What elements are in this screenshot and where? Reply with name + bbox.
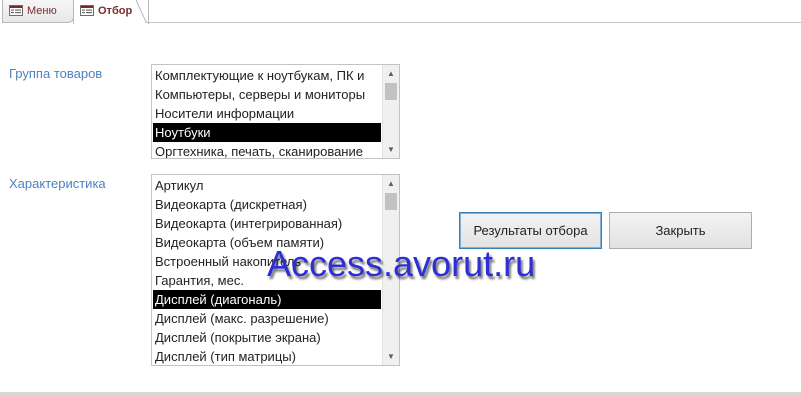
tab-otbor-label: Отбор (98, 5, 133, 17)
scroll-up-icon[interactable]: ▲ (383, 175, 399, 192)
tab-menu-label: Меню (27, 5, 57, 17)
group-scrollbar[interactable]: ▲ ▼ (382, 65, 399, 158)
list-item[interactable]: Оргтехника, печать, сканирование (153, 142, 381, 158)
tab-edge (136, 0, 150, 24)
group-label: Группа товаров (9, 66, 103, 81)
group-listbox[interactable]: Комплектующие к ноутбукам, ПК и Компьюте… (151, 64, 400, 159)
list-item-selected[interactable]: Ноутбуки (153, 123, 381, 142)
list-item[interactable]: Носители информации (153, 104, 381, 123)
scroll-down-icon[interactable]: ▼ (383, 348, 399, 365)
group-list-items: Комплектующие к ноутбукам, ПК и Компьюте… (153, 66, 381, 158)
list-item[interactable]: Дисплей (покрытие экрана) (153, 328, 381, 347)
watermark: Access.avorut.ru (267, 243, 536, 284)
form-icon (9, 5, 23, 16)
list-item[interactable]: Видеокарта (дискретная) (153, 195, 381, 214)
form-icon (80, 5, 94, 16)
list-item[interactable]: Компьютеры, серверы и мониторы (153, 85, 381, 104)
scroll-thumb[interactable] (385, 83, 397, 100)
list-item[interactable]: Артикул (153, 176, 381, 195)
close-button[interactable]: Закрыть (609, 212, 752, 249)
document-tab-bar: Меню Отбор (0, 0, 801, 24)
scroll-thumb[interactable] (385, 193, 397, 210)
scroll-down-icon[interactable]: ▼ (383, 141, 399, 158)
characteristic-label: Характеристика (9, 176, 106, 191)
list-item[interactable]: Видеокарта (интегрированная) (153, 214, 381, 233)
tab-menu[interactable]: Меню (2, 0, 74, 23)
scroll-up-icon[interactable]: ▲ (383, 65, 399, 82)
list-item[interactable]: Комплектующие к ноутбукам, ПК и (153, 66, 381, 85)
tab-divider (145, 22, 801, 23)
list-item-selected[interactable]: Дисплей (диагональ) (153, 290, 381, 309)
list-item[interactable]: Дисплей (макс. разрешение) (153, 309, 381, 328)
list-item[interactable]: Дисплей (тип матрицы) (153, 347, 381, 365)
